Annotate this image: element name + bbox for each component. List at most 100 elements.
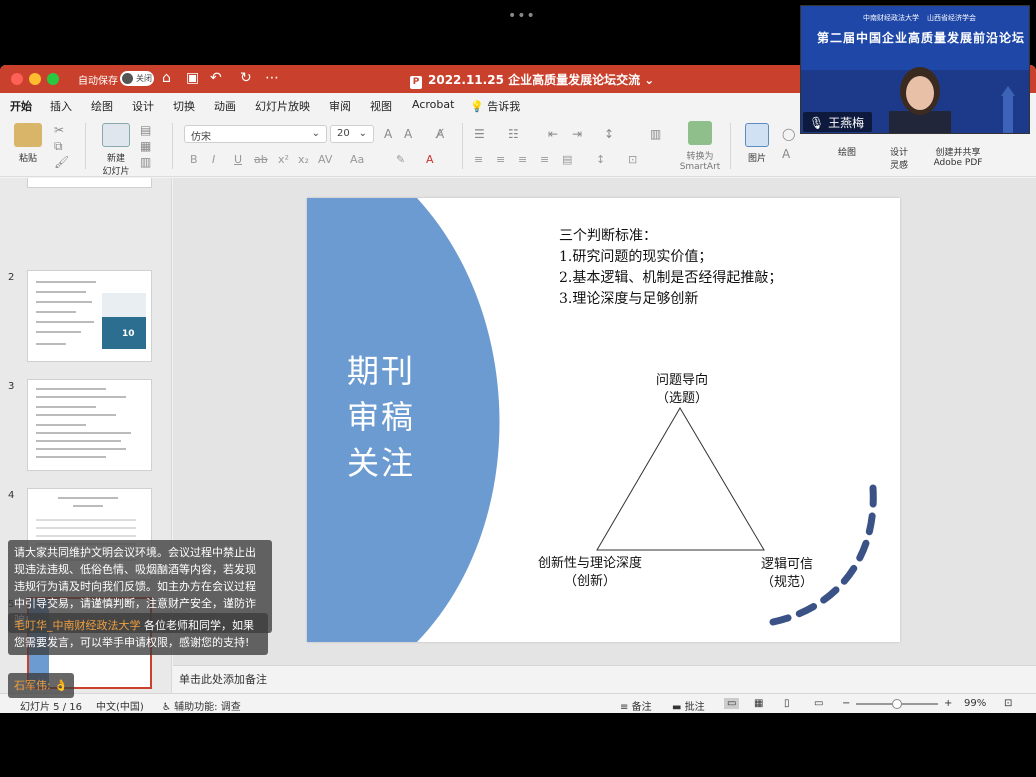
layout-icon[interactable]: ▤ — [140, 123, 151, 137]
microphone-icon: 🎙 — [809, 116, 825, 130]
tab-draw[interactable]: 绘图 — [91, 98, 113, 114]
line-spacing-icon[interactable]: ↕ — [604, 127, 614, 141]
tab-view[interactable]: 视图 — [370, 98, 392, 114]
lightbulb-icon: 💡 — [470, 100, 484, 113]
notes-placeholder: 单击此处添加备注 — [179, 673, 267, 686]
picture-icon — [745, 123, 769, 147]
current-slide[interactable]: 期刊 审稿 关注 三个判断标准： 1.研究问题的现实价值； 2.基本逻辑、机制是… — [307, 198, 900, 642]
convert-smartart-button[interactable]: 转换为 SmartArt — [678, 121, 722, 172]
tab-acrobat[interactable]: Acrobat — [412, 98, 454, 111]
format-painter-icon[interactable]: 🖌 — [54, 155, 69, 169]
more-icon[interactable]: ••• — [508, 8, 536, 24]
numbering-icon[interactable]: ☷ — [508, 127, 519, 141]
criteria-item: 3.理论深度与足够创新 — [559, 291, 699, 307]
copy-icon[interactable]: ⧉ — [54, 139, 63, 154]
tab-home[interactable]: 开始 — [10, 98, 32, 119]
align-left-icon[interactable]: ≡ — [474, 153, 483, 166]
slide-thumbnail[interactable] — [27, 379, 152, 471]
underline-icon[interactable]: U — [234, 153, 242, 166]
tab-transitions[interactable]: 切换 — [173, 98, 195, 114]
slide-thumbnail[interactable] — [27, 178, 152, 188]
accessibility-status[interactable]: ♿ 辅助功能: 调查 — [162, 698, 241, 713]
clear-format-icon[interactable]: A̸ — [436, 127, 444, 141]
zoom-in-button[interactable]: + — [944, 698, 952, 709]
notes-pane[interactable]: 单击此处添加备注 — [173, 665, 1036, 693]
criteria-textbox[interactable]: 三个判断标准： 1.研究问题的现实价值； 2.基本逻辑、机制是否经得起推敲； 3… — [559, 226, 782, 310]
reading-view-button[interactable]: ▯ — [784, 698, 790, 709]
font-size-select[interactable]: 20 ⌄ — [330, 125, 374, 143]
new-slide-button[interactable]: 新建 幻灯片 — [96, 123, 136, 177]
highlight-icon[interactable]: ✎ — [396, 153, 405, 166]
notes-button[interactable]: ≡ 备注 — [620, 698, 652, 713]
tab-design[interactable]: 设计 — [132, 98, 154, 114]
subscript-icon[interactable]: x₂ — [298, 153, 309, 166]
dashed-arc-shape — [769, 484, 877, 626]
bold-icon[interactable]: B — [190, 153, 198, 166]
share-pdf-label-1: 创建并共享 — [935, 148, 981, 158]
tab-slideshow[interactable]: 幻灯片放映 — [255, 98, 310, 114]
slide-thumbnail[interactable]: 10 — [27, 270, 152, 362]
language-status[interactable]: 中文(中国) — [96, 698, 144, 713]
columns-icon[interactable]: ▥ — [650, 127, 661, 141]
zoom-level[interactable]: 99% — [964, 698, 986, 709]
decrease-font-icon[interactable]: A — [404, 127, 412, 141]
tab-animations[interactable]: 动画 — [214, 98, 236, 114]
minimize-window-button[interactable] — [29, 73, 41, 85]
zoom-slider-thumb[interactable] — [892, 699, 902, 709]
align-center-icon[interactable]: ≡ — [496, 153, 505, 166]
paste-button[interactable]: 粘贴 — [12, 123, 44, 164]
textbox-icon[interactable]: A — [782, 147, 790, 161]
italic-icon[interactable]: I — [212, 153, 215, 166]
document-title[interactable]: P 2022.11.25 企业高质量发展论坛交流 ⌄ — [410, 71, 654, 89]
increase-indent-icon[interactable]: ⇥ — [572, 127, 582, 141]
slide-sorter-button[interactable]: ▦ — [754, 698, 763, 709]
font-family-select[interactable]: 仿宋 ⌄ — [184, 125, 327, 143]
create-share-pdf-button[interactable]: 创建并共享 Adobe PDF — [930, 145, 986, 168]
comment-icon: ▬ — [672, 702, 682, 713]
font-color-icon[interactable]: A — [426, 153, 434, 166]
superscript-icon[interactable]: x² — [278, 153, 289, 166]
justify-icon[interactable]: ≡ — [540, 153, 549, 166]
increase-font-icon[interactable]: A — [384, 127, 392, 141]
thumbnail-number: 2 — [8, 272, 15, 283]
maximize-window-button[interactable] — [47, 73, 59, 85]
distributed-icon[interactable]: ▤ — [562, 153, 572, 166]
section-icon[interactable]: ▥ — [140, 155, 151, 169]
comments-button[interactable]: ▬ 批注 — [672, 698, 705, 713]
right-vertex-label[interactable]: 逻辑可信 （规范） — [747, 556, 827, 592]
top-vertex-label[interactable]: 问题导向 （选题） — [637, 372, 727, 408]
reset-icon[interactable]: ▦ — [140, 139, 151, 153]
undo-icon[interactable]: ↶ — [210, 70, 222, 86]
align-text-icon[interactable]: ⊡ — [628, 153, 637, 166]
zoom-out-button[interactable]: − — [842, 698, 850, 709]
shapes-icon[interactable]: ◯ — [782, 127, 795, 141]
align-right-icon[interactable]: ≡ — [518, 153, 527, 166]
left-vertex-label[interactable]: 创新性与理论深度 （创新） — [525, 555, 655, 591]
designer-button[interactable]: 设计 灵感 — [884, 145, 914, 171]
decrease-indent-icon[interactable]: ⇤ — [548, 127, 558, 141]
text-direction-icon[interactable]: ↕ — [596, 153, 605, 166]
picture-button[interactable]: 图片 — [740, 123, 774, 164]
cut-icon[interactable]: ✂ — [54, 123, 64, 137]
draw-button[interactable]: 绘图 — [832, 145, 862, 158]
close-window-button[interactable] — [11, 73, 23, 85]
tab-tell-me[interactable]: 💡 告诉我 — [470, 98, 520, 114]
save-icon[interactable]: ▣ — [186, 70, 199, 86]
char-spacing-icon[interactable]: AV — [318, 153, 332, 166]
strikethrough-icon[interactable]: ab — [254, 153, 268, 166]
tab-insert[interactable]: 插入 — [50, 98, 72, 114]
bullets-icon[interactable]: ☰ — [474, 127, 485, 141]
draw-label: 绘图 — [837, 148, 856, 158]
new-slide-label-2: 幻灯片 — [102, 167, 130, 177]
more-commands-icon[interactable]: ⋯ — [265, 70, 279, 86]
tab-review[interactable]: 审阅 — [329, 98, 351, 114]
redo-icon[interactable]: ↻ — [240, 70, 252, 86]
slideshow-button[interactable]: ▭ — [814, 698, 823, 709]
home-icon[interactable]: ⌂ — [162, 70, 171, 86]
fit-to-window-icon[interactable]: ⊡ — [1004, 698, 1012, 709]
tower-building-image — [1001, 86, 1015, 133]
change-case-icon[interactable]: Aa — [350, 153, 364, 166]
slide-title[interactable]: 期刊 审稿 关注 — [347, 348, 427, 486]
normal-view-button[interactable]: ▭ — [724, 698, 740, 709]
autosave-toggle[interactable]: 关闭 — [120, 71, 154, 86]
